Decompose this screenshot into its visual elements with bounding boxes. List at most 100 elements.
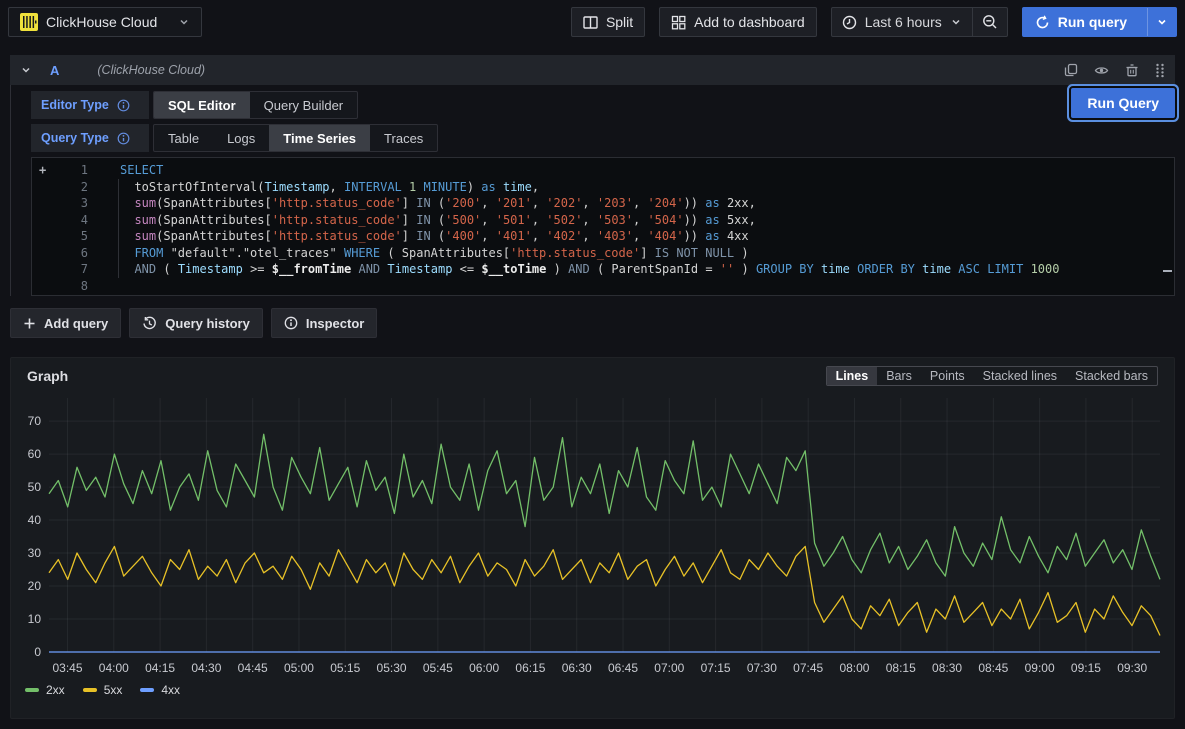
svg-text:07:45: 07:45 [793, 661, 823, 675]
info-icon [284, 316, 298, 330]
option-table[interactable]: Table [154, 125, 213, 151]
graph-panel: Graph LinesBarsPointsStacked linesStacke… [10, 357, 1175, 719]
option-logs[interactable]: Logs [213, 125, 269, 151]
svg-text:30: 30 [28, 546, 42, 560]
legend-label: 4xx [161, 683, 180, 697]
query-type-row: Query Type TableLogsTime SeriesTraces [31, 124, 1175, 152]
legend-item-5xx[interactable]: 5xx [83, 683, 123, 697]
option-lines[interactable]: Lines [827, 367, 878, 385]
legend-label: 5xx [104, 683, 123, 697]
inspector-button[interactable]: Inspector [271, 308, 378, 338]
collapse-chevron-icon[interactable] [20, 64, 32, 76]
datasource-label: ClickHouse Cloud [46, 14, 157, 30]
sql-line[interactable]: 7 AND ( Timestamp >= $__fromTime AND Tim… [32, 261, 1174, 278]
sql-line[interactable]: 3 sum(SpanAttributes['http.status_code']… [32, 195, 1174, 212]
sync-icon [1035, 15, 1050, 30]
svg-text:06:30: 06:30 [562, 661, 592, 675]
run-query-button[interactable]: Run query [1023, 14, 1139, 30]
sql-line[interactable]: 8 [32, 278, 1174, 295]
option-sql-editor[interactable]: SQL Editor [154, 92, 250, 118]
query-datasource-hint: (ClickHouse Cloud) [97, 63, 205, 77]
svg-text:06:15: 06:15 [515, 661, 545, 675]
graph-panel-title: Graph [27, 368, 68, 384]
query-type-label-box: Query Type [31, 124, 149, 152]
svg-text:05:15: 05:15 [330, 661, 360, 675]
clickhouse-logo-icon [20, 13, 38, 31]
copy-icon[interactable] [1064, 63, 1078, 77]
history-icon [142, 316, 157, 331]
svg-text:09:15: 09:15 [1071, 661, 1101, 675]
legend-swatch [83, 688, 97, 692]
svg-text:50: 50 [28, 480, 42, 494]
sql-line[interactable]: 1+SELECT [32, 162, 1174, 179]
option-traces[interactable]: Traces [370, 125, 437, 151]
option-stacked-lines[interactable]: Stacked lines [974, 367, 1066, 385]
query-row-actions [1064, 63, 1165, 78]
run-query-split-button: Run query [1022, 7, 1177, 37]
drag-handle-icon[interactable] [1155, 63, 1165, 78]
svg-text:04:45: 04:45 [238, 661, 268, 675]
query-editor-section: A (ClickHouse Cloud) Run [10, 55, 1175, 338]
graph-panel-header: Graph LinesBarsPointsStacked linesStacke… [19, 364, 1166, 392]
datasource-picker[interactable]: ClickHouse Cloud [8, 7, 202, 37]
option-query-builder[interactable]: Query Builder [250, 92, 357, 118]
svg-text:04:15: 04:15 [145, 661, 175, 675]
svg-text:20: 20 [28, 579, 42, 593]
grid-icon [671, 15, 686, 30]
query-actions-row: Add query Query history Inspector [10, 308, 1175, 338]
query-history-button[interactable]: Query history [129, 308, 263, 338]
legend-item-4xx[interactable]: 4xx [140, 683, 180, 697]
svg-text:0: 0 [34, 645, 41, 659]
svg-text:06:00: 06:00 [469, 661, 499, 675]
svg-text:08:45: 08:45 [978, 661, 1008, 675]
editor-type-label-box: Editor Type [31, 91, 149, 119]
editor-type-label: Editor Type [41, 98, 109, 112]
sql-line[interactable]: 2 toStartOfInterval(Timestamp, INTERVAL … [32, 179, 1174, 196]
svg-text:04:30: 04:30 [191, 661, 221, 675]
svg-text:70: 70 [28, 414, 42, 428]
svg-text:08:15: 08:15 [886, 661, 916, 675]
svg-text:40: 40 [28, 513, 42, 527]
svg-text:05:30: 05:30 [377, 661, 407, 675]
eye-icon[interactable] [1094, 63, 1109, 78]
add-line-icon[interactable]: + [39, 162, 46, 179]
svg-text:06:45: 06:45 [608, 661, 638, 675]
split-label: Split [606, 14, 633, 30]
trash-icon[interactable] [1125, 63, 1139, 77]
split-icon [583, 15, 598, 30]
svg-text:03:45: 03:45 [53, 661, 83, 675]
inspector-label: Inspector [306, 316, 365, 331]
run-query-dropdown-caret[interactable] [1147, 8, 1176, 36]
svg-text:05:45: 05:45 [423, 661, 453, 675]
split-button[interactable]: Split [571, 7, 645, 37]
query-row-header[interactable]: A (ClickHouse Cloud) [10, 55, 1175, 85]
line-number: 2 [32, 179, 88, 196]
legend-swatch [140, 688, 154, 692]
option-stacked-bars[interactable]: Stacked bars [1066, 367, 1157, 385]
run-query-panel-button[interactable]: Run Query [1071, 88, 1175, 118]
legend-swatch [25, 688, 39, 692]
sql-line[interactable]: 6 FROM "default"."otel_traces" WHERE ( S… [32, 245, 1174, 262]
query-ref-id: A [50, 63, 59, 78]
svg-text:60: 60 [28, 447, 42, 461]
svg-text:07:00: 07:00 [654, 661, 684, 675]
option-points[interactable]: Points [921, 367, 974, 385]
legend-item-2xx[interactable]: 2xx [25, 683, 65, 697]
option-bars[interactable]: Bars [877, 367, 921, 385]
chart-legend: 2xx 5xx 4xx [19, 680, 1166, 700]
sql-code-editor[interactable]: 1+SELECT2 toStartOfInterval(Timestamp, I… [31, 157, 1175, 296]
add-query-button[interactable]: Add query [10, 308, 121, 338]
chevron-down-icon [178, 16, 190, 28]
time-range-button[interactable]: Last 6 hours [832, 8, 972, 36]
svg-text:09:00: 09:00 [1025, 661, 1055, 675]
option-time-series[interactable]: Time Series [269, 125, 370, 151]
zoom-out-time-button[interactable] [972, 8, 1007, 36]
clock-icon [842, 15, 857, 30]
add-to-dashboard-button[interactable]: Add to dashboard [659, 7, 817, 37]
time-picker-group: Last 6 hours [831, 7, 1008, 37]
time-series-chart[interactable]: 01020304050607003:4504:0004:1504:3004:45… [19, 392, 1166, 680]
svg-text:04:00: 04:00 [99, 661, 129, 675]
sql-line[interactable]: 5 sum(SpanAttributes['http.status_code']… [32, 228, 1174, 245]
sql-line[interactable]: 4 sum(SpanAttributes['http.status_code']… [32, 212, 1174, 229]
legend-label: 2xx [46, 683, 65, 697]
